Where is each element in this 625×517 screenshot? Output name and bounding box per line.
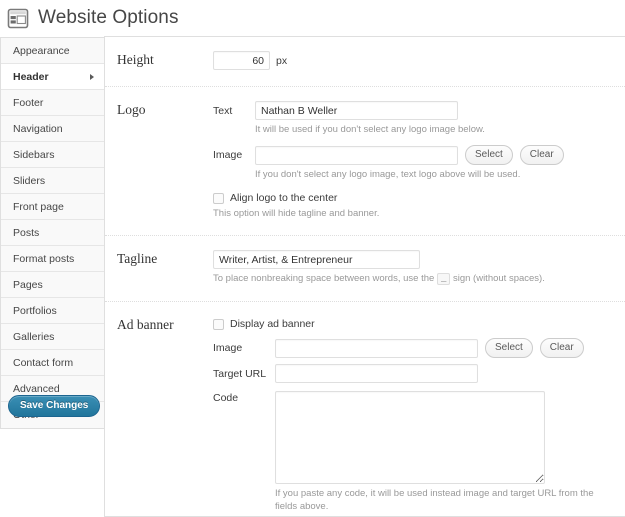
sidebar: Appearance Header Footer Navigation Side… xyxy=(0,36,104,429)
save-changes-button[interactable]: Save Changes xyxy=(8,395,100,417)
height-unit-label: px xyxy=(276,55,287,67)
ad-code-textarea[interactable] xyxy=(275,391,545,484)
ad-image-label: Image xyxy=(213,341,275,355)
sidebar-item-label: Advanced xyxy=(13,383,60,395)
tagline-hint-after: sign (without spaces). xyxy=(453,273,545,284)
settings-panel: Height px Logo Text It will be used if y… xyxy=(104,36,625,517)
align-logo-label[interactable]: Align logo to the center xyxy=(230,192,337,204)
main-layout: Appearance Header Footer Navigation Side… xyxy=(0,36,625,517)
ad-image-select-button[interactable]: Select xyxy=(485,338,533,358)
logo-text-input[interactable] xyxy=(255,101,458,120)
ad-code-hint: If you paste any code, it will be used i… xyxy=(275,487,615,513)
sidebar-item-galleries[interactable]: Galleries xyxy=(1,324,104,350)
ad-target-url-input[interactable] xyxy=(275,364,478,383)
sidebar-item-label: Posts xyxy=(13,227,39,239)
sidebar-item-portfolios[interactable]: Portfolios xyxy=(1,298,104,324)
height-field-row: px xyxy=(213,51,615,70)
logo-image-field-row: Image Select Clear xyxy=(213,145,615,165)
sidebar-item-label: Portfolios xyxy=(13,305,57,317)
tagline-input[interactable] xyxy=(213,250,420,269)
section-tagline: Tagline To place nonbreaking space betwe… xyxy=(105,236,625,302)
sidebar-item-label: Footer xyxy=(13,97,43,109)
sidebar-item-format-posts[interactable]: Format posts xyxy=(1,246,104,272)
sidebar-item-footer[interactable]: Footer xyxy=(1,90,104,116)
tagline-hint-code: _ xyxy=(437,273,450,285)
align-logo-hint: This option will hide tagline and banner… xyxy=(213,207,615,220)
logo-image-input[interactable] xyxy=(255,146,458,165)
sidebar-item-label: Format posts xyxy=(13,253,74,265)
display-ad-banner-label[interactable]: Display ad banner xyxy=(230,318,315,330)
website-layout-icon xyxy=(7,8,29,29)
display-ad-banner-row[interactable]: Display ad banner xyxy=(213,318,615,330)
ad-target-url-label: Target URL xyxy=(213,367,275,381)
align-logo-checkbox[interactable] xyxy=(213,193,224,204)
ad-image-field-row: Image Select Clear xyxy=(213,338,615,358)
sidebar-item-navigation[interactable]: Navigation xyxy=(1,116,104,142)
tagline-hint-before: To place nonbreaking space between words… xyxy=(213,273,434,284)
section-label-logo: Logo xyxy=(105,101,213,118)
section-logo: Logo Text It will be used if you don't s… xyxy=(105,87,625,236)
height-input[interactable] xyxy=(213,51,270,70)
sidebar-item-contact-form[interactable]: Contact form xyxy=(1,350,104,376)
logo-image-hint: If you don't select any logo image, text… xyxy=(255,168,615,181)
section-height: Height px xyxy=(105,37,625,87)
sidebar-item-label: Appearance xyxy=(13,45,70,57)
chevron-right-icon xyxy=(90,74,94,80)
display-ad-banner-checkbox[interactable] xyxy=(213,319,224,330)
sidebar-item-pages[interactable]: Pages xyxy=(1,272,104,298)
ad-code-label: Code xyxy=(213,391,275,405)
sidebar-item-label: Header xyxy=(13,71,49,83)
page-title: Website Options xyxy=(38,7,179,29)
sidebar-item-label: Sidebars xyxy=(13,149,54,161)
section-label-tagline: Tagline xyxy=(105,250,213,267)
sidebar-item-label: Pages xyxy=(13,279,43,291)
tagline-field-row xyxy=(213,250,615,269)
sidebar-item-label: Galleries xyxy=(13,331,54,343)
logo-text-field-row: Text xyxy=(213,101,615,120)
logo-image-select-button[interactable]: Select xyxy=(465,145,513,165)
section-ad-banner: Ad banner Display ad banner Image Select… xyxy=(105,302,625,517)
logo-image-label: Image xyxy=(213,148,255,162)
sidebar-item-label: Front page xyxy=(13,201,64,213)
ad-target-url-field-row: Target URL xyxy=(213,364,615,383)
page-header: Website Options xyxy=(0,0,625,36)
logo-text-label: Text xyxy=(213,104,255,118)
sidebar-item-front-page[interactable]: Front page xyxy=(1,194,104,220)
sidebar-item-posts[interactable]: Posts xyxy=(1,220,104,246)
ad-image-input[interactable] xyxy=(275,339,478,358)
align-logo-row[interactable]: Align logo to the center xyxy=(213,192,615,204)
sidebar-item-sidebars[interactable]: Sidebars xyxy=(1,142,104,168)
logo-text-hint: It will be used if you don't select any … xyxy=(255,123,615,136)
tagline-hint: To place nonbreaking space between words… xyxy=(213,272,615,286)
sidebar-item-sliders[interactable]: Sliders xyxy=(1,168,104,194)
section-label-height: Height xyxy=(105,51,213,68)
ad-image-clear-button[interactable]: Clear xyxy=(540,338,584,358)
sidebar-nav: Appearance Header Footer Navigation Side… xyxy=(0,37,104,429)
sidebar-item-label: Sliders xyxy=(13,175,45,187)
logo-image-clear-button[interactable]: Clear xyxy=(520,145,564,165)
sidebar-item-header[interactable]: Header xyxy=(1,64,104,90)
sidebar-item-label: Contact form xyxy=(13,357,73,369)
sidebar-item-appearance[interactable]: Appearance xyxy=(1,38,104,64)
sidebar-item-label: Navigation xyxy=(13,123,63,135)
section-label-ad-banner: Ad banner xyxy=(105,316,213,333)
ad-code-field-row: Code xyxy=(213,391,615,484)
